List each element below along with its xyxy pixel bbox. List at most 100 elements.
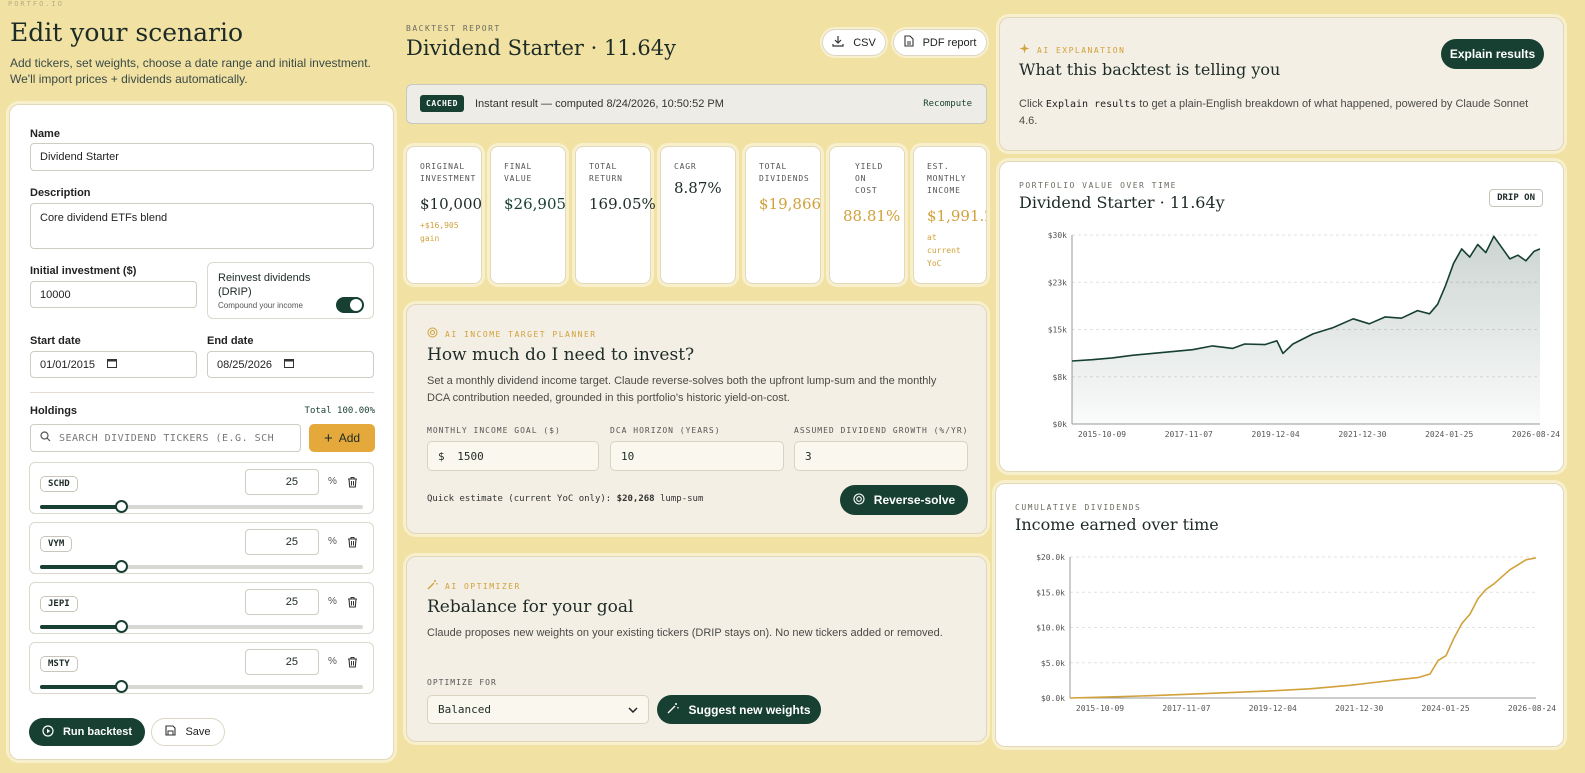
weight-slider[interactable] — [40, 680, 363, 693]
slider-handle[interactable] — [114, 620, 128, 633]
trash-icon[interactable] — [347, 535, 358, 553]
dollar-prefix: $ — [438, 450, 445, 463]
optimize-for-value: Balanced — [438, 703, 491, 716]
weight-input[interactable]: 25 — [245, 589, 319, 615]
description-field[interactable]: Core dividend ETFs blend — [30, 203, 374, 249]
holdings-label: Holdings — [30, 405, 78, 417]
holding-row-msty: MSTY 25 % — [29, 642, 374, 694]
cumulative-dividends-chart-card: CUMULATIVE DIVIDENDS Income earned over … — [995, 483, 1564, 747]
cached-badge: CACHED — [420, 95, 464, 112]
name-field[interactable]: Dividend Starter — [30, 143, 374, 171]
slider-fill — [40, 565, 121, 569]
cumulative-dividends-chart: $0.0k $5.0k $10.0k $15.0k $20.0k 2015-10-09 20… — [1036, 553, 1556, 713]
weight-slider[interactable] — [40, 560, 363, 573]
run-backtest-button[interactable]: Run backtest — [29, 718, 145, 746]
x-tick-label: 2015-10-09 — [1076, 704, 1124, 713]
growth-label: ASSUMED DIVIDEND GROWTH (%/YR) — [794, 426, 969, 435]
optimize-for-select[interactable]: Balanced — [427, 695, 649, 724]
portfolio-value-chart: $0k $8k $15k $23k $30k 2015-10-09 2017-11-07 20… — [1048, 231, 1561, 439]
planner-eyebrow-row: AI INCOME TARGET PLANNER — [427, 325, 597, 343]
report-title: Dividend Starter · 11.64y — [406, 36, 676, 60]
metric-value: 8.87% — [674, 179, 722, 197]
weight-input[interactable]: 25 — [245, 649, 319, 675]
weight-input[interactable]: 25 — [245, 469, 319, 495]
add-label: Add — [338, 431, 361, 445]
percent-sign: % — [328, 656, 337, 667]
y-tick-label: $15.0k — [1036, 588, 1065, 597]
trash-icon[interactable] — [347, 595, 358, 613]
initial-investment-field[interactable]: 10000 — [30, 281, 197, 308]
slider-handle[interactable] — [114, 500, 128, 513]
add-ticker-button[interactable]: + Add — [309, 424, 375, 452]
drip-toggle-box[interactable]: Reinvest dividends (DRIP) Compound your … — [207, 262, 374, 319]
estimate-prefix: Quick estimate (current YoC only): — [427, 494, 612, 504]
magic-wand-icon — [667, 702, 680, 717]
calendar-icon[interactable] — [107, 358, 118, 371]
save-button[interactable]: Save — [151, 718, 225, 746]
report-eyebrow: BACKTEST REPORT — [406, 24, 501, 33]
explain-title: What this backtest is telling you — [1019, 60, 1281, 79]
csv-button[interactable]: CSV — [822, 29, 886, 56]
drip-toggle-switch[interactable] — [336, 297, 364, 313]
estimate-value: $20,268 — [616, 494, 655, 504]
run-backtest-label: Run backtest — [62, 726, 133, 738]
trash-icon[interactable] — [347, 655, 358, 673]
save-label: Save — [185, 726, 211, 738]
metric-total-dividends: TOTAL DIVIDENDS $19,866 — [745, 146, 821, 284]
target-icon — [853, 492, 865, 508]
metric-value: $26,905 — [504, 195, 567, 213]
metric-label: CAGR — [674, 162, 697, 171]
metric-value: $19,866 — [759, 195, 822, 213]
ticker-tag: SCHD — [40, 476, 78, 492]
y-tick-label: $0k — [1053, 420, 1068, 429]
quick-estimate: Quick estimate (current YoC only): $20,2… — [427, 494, 703, 504]
weight-slider[interactable] — [40, 620, 363, 633]
metric-label: YIELD ON COST — [855, 162, 884, 195]
dividend-growth-input[interactable]: 3 — [794, 441, 968, 471]
reverse-solve-button[interactable]: Reverse-solve — [840, 485, 968, 515]
y-tick-label: $5.0k — [1041, 659, 1065, 668]
metric-cagr: CAGR 8.87% — [660, 146, 736, 284]
goal-value: 1500 — [457, 450, 484, 463]
cached-status-text: Instant result — computed 8/24/2026, 10:… — [475, 98, 724, 110]
x-tick-label: 2021-12-30 — [1335, 704, 1383, 713]
ticker-tag: MSTY — [40, 656, 78, 672]
save-icon — [165, 725, 177, 739]
slider-handle[interactable] — [114, 680, 128, 693]
explain-eyebrow-row: AI EXPLANATION — [1019, 41, 1125, 59]
sparkle-icon — [1019, 41, 1030, 59]
end-date-field[interactable]: 08/25/2026 — [207, 351, 374, 378]
start-date-field[interactable]: 01/01/2015 — [30, 351, 197, 378]
y-tick-label: $8k — [1053, 373, 1068, 382]
start-date-value: 01/01/2015 — [40, 358, 96, 371]
metric-original-investment: ORIGINAL INVESTMENT $10,000 +$16,905 gai… — [406, 146, 482, 284]
weight-input[interactable]: 25 — [245, 529, 319, 555]
metric-label: FINAL VALUE — [504, 162, 533, 183]
y-tick-label: $23k — [1048, 278, 1067, 287]
y-tick-label: $20.0k — [1036, 553, 1065, 562]
optimizer-eyebrow: AI OPTIMIZER — [445, 581, 521, 591]
holdings-total: Total 100.00% — [304, 406, 375, 416]
explain-eyebrow: AI EXPLANATION — [1037, 45, 1126, 55]
drip-label: Reinvest dividends (DRIP) — [218, 272, 311, 298]
reverse-solve-label: Reverse-solve — [873, 493, 956, 507]
trash-icon[interactable] — [347, 475, 358, 493]
holding-row-jepi: JEPI 25 % — [29, 582, 374, 634]
chevron-down-icon — [628, 703, 638, 716]
ai-explanation-panel: AI EXPLANATION What this backtest is tel… — [999, 17, 1564, 151]
suggest-weights-button[interactable]: Suggest new weights — [657, 695, 821, 724]
explain-results-button[interactable]: Explain results — [1441, 39, 1544, 69]
calendar-icon[interactable] — [284, 358, 295, 371]
weight-slider[interactable] — [40, 500, 363, 513]
dca-horizon-input[interactable]: 10 — [610, 441, 784, 471]
slider-handle[interactable] — [114, 560, 128, 573]
download-icon — [832, 35, 844, 50]
end-date-label: End date — [207, 335, 254, 347]
x-tick-label: 2026-08-24 — [1512, 430, 1560, 439]
y-tick-label: $15k — [1048, 326, 1067, 335]
pdf-report-button[interactable]: PDF report — [893, 29, 987, 56]
ticker-search-input[interactable]: SEARCH DIVIDEND TICKERS (E.G. SCH — [30, 424, 301, 452]
x-tick-label: 2026-08-24 — [1508, 704, 1556, 713]
recompute-link[interactable]: Recompute — [923, 99, 972, 109]
monthly-goal-input[interactable]: $ 1500 — [427, 441, 599, 471]
